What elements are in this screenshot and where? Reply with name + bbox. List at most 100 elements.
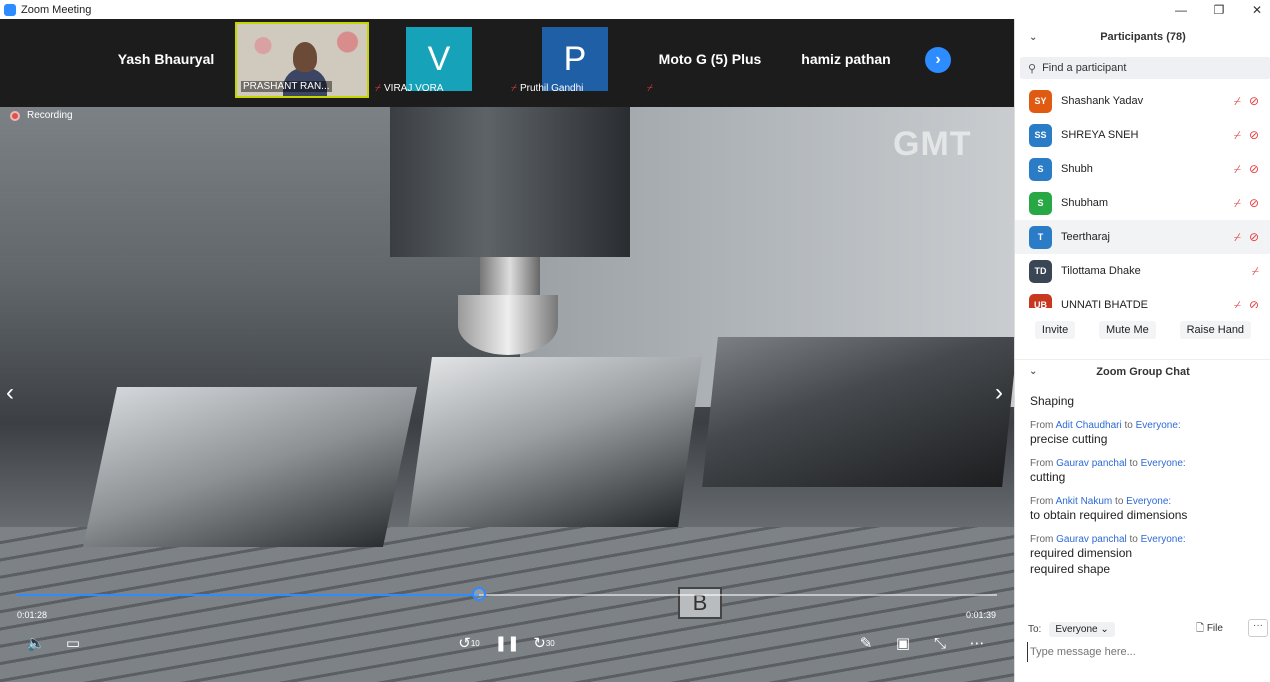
chat-recipient-row: To: Everyone ⌄ 🗋 File ··· [1028, 619, 1268, 639]
cutter-head [458, 295, 558, 355]
message-text: Shaping [1030, 394, 1075, 408]
shared-video[interactable]: GMT B Recording ‹ › 0:01:28 0:01:39 🔈 ▭ … [0, 107, 1014, 682]
close-button[interactable]: ✕ [1238, 0, 1270, 19]
message-meta: From Ankit Nakum to Everyone: [1030, 496, 1172, 507]
message-text: to obtain required dimensions [1030, 508, 1188, 522]
annotate-pencil-icon[interactable]: ✎ [854, 633, 878, 653]
next-arrow-icon[interactable]: › [995, 379, 1003, 407]
camera-off-icon[interactable]: ⊘ [1249, 298, 1259, 309]
participant-row[interactable]: TD Tilottama Dhake ⌿ [1015, 254, 1270, 288]
mic-muted-icon[interactable]: ⌿ [1234, 196, 1241, 211]
camera-off-icon[interactable]: ⊘ [1249, 94, 1259, 109]
more-options-icon[interactable]: ⋯ [965, 633, 989, 653]
raise-hand-button[interactable]: Raise Hand [1179, 321, 1252, 339]
captions-icon[interactable]: ▭ [61, 633, 85, 653]
participant-name: Shubh [1061, 163, 1093, 175]
camera-off-icon[interactable]: ⊘ [1249, 128, 1259, 143]
participant-list: SY Shashank Yadav ⌿ ⊘ SS SHREYA SNEH ⌿ ⊘ S Shubh ⌿… [1015, 84, 1270, 308]
seek-bar[interactable] [17, 594, 997, 596]
message-text: cutting [1030, 470, 1066, 484]
avatar: S [1029, 191, 1052, 215]
volume-icon[interactable]: 🔈 [24, 633, 48, 653]
chat-more-button[interactable]: ··· [1248, 619, 1268, 637]
forward-30-icon[interactable]: ↻ 30 [532, 633, 556, 653]
message-meta: From Gaurav panchal to Everyone: [1030, 534, 1186, 545]
participant-tile[interactable]: Moto G (5) Plus ⌿ [643, 22, 777, 98]
camera-off-icon[interactable]: ⊘ [1249, 196, 1259, 211]
avatar: TD [1029, 259, 1052, 283]
mic-muted-icon[interactable]: ⌿ [1234, 298, 1241, 309]
participant-row[interactable]: S Shubham ⌿ ⊘ [1015, 186, 1270, 220]
participant-row[interactable]: S Shubh ⌿ ⊘ [1015, 152, 1270, 186]
participant-tile-active[interactable]: PRASHANT RAN... [235, 22, 369, 98]
participant-name: hamiz pathan [801, 51, 891, 67]
participant-name: SHREYA SNEH [1061, 129, 1139, 141]
file-icon: 🗋 [1196, 623, 1205, 634]
machine-spindle-neck [480, 257, 540, 297]
participant-name: Tilottama Dhake [1061, 265, 1141, 277]
participant-tile[interactable]: hamiz pathan [779, 22, 913, 98]
participant-tile[interactable]: P ⌿ Pruthil Gandhi [507, 22, 641, 98]
mute-me-button[interactable]: Mute Me [1098, 321, 1156, 339]
collapse-chevron-icon[interactable]: ⌄ [1029, 366, 1037, 377]
file-button[interactable]: 🗋 File [1196, 621, 1223, 638]
mic-muted-icon: ⌿ [647, 83, 653, 94]
participant-tile[interactable]: V ⌿ VIRAJ VORA [371, 22, 505, 98]
pause-icon[interactable]: ❚❚ [494, 633, 519, 653]
machine-spindle [390, 107, 630, 257]
seek-handle[interactable] [471, 587, 486, 601]
participant-name: UNNATI BHATDE [1061, 299, 1148, 308]
participant-row[interactable]: SY Shashank Yadav ⌿ ⊘ [1015, 84, 1270, 118]
participant-tile[interactable]: Yash Bhauryal [99, 22, 233, 98]
invite-button[interactable]: Invite [1034, 321, 1076, 339]
sender-name: Ankit Nakum [1055, 496, 1113, 507]
sender-name: Gaurav panchal [1056, 458, 1127, 469]
participant-name: Shashank Yadav [1061, 95, 1144, 107]
participant-search[interactable]: ⚲ Find a participant [1020, 57, 1270, 79]
exit-fullscreen-icon[interactable]: ⤡ [928, 633, 952, 653]
participant-name: Shubham [1061, 197, 1109, 209]
participant-row[interactable]: SS SHREYA SNEH ⌿ ⊘ [1015, 118, 1270, 152]
rewind-10-icon[interactable]: ↺ 10 [457, 633, 481, 653]
mic-muted-icon[interactable]: ⌿ [1234, 162, 1241, 177]
avatar: SS [1029, 123, 1052, 147]
current-time: 0:01:28 [17, 610, 48, 620]
camera-off-icon[interactable]: ⊘ [1249, 230, 1259, 245]
chat-message-input[interactable] [1027, 642, 1263, 662]
recipient-name: Everyone: [1135, 420, 1181, 431]
camera-off-icon[interactable]: ⊘ [1249, 162, 1259, 177]
participant-row[interactable]: UB UNNATI BHATDE ⌿ ⊘ [1015, 288, 1270, 308]
minimize-button[interactable]: — [1162, 0, 1200, 19]
file-label: File [1206, 623, 1223, 634]
chat-header[interactable]: ⌄ Zoom Group Chat [1015, 359, 1270, 383]
mic-muted-icon[interactable]: ⌿ [1234, 94, 1241, 109]
mic-muted-icon[interactable]: ⌿ [1234, 230, 1241, 245]
participant-row[interactable]: T Teertharaj ⌿ ⊘ [1015, 220, 1270, 254]
message-text: required shape [1030, 562, 1111, 576]
total-time: 0:01:39 [966, 610, 997, 620]
message-meta: From Gaurav panchal to Everyone: [1030, 458, 1186, 469]
picture-in-picture-icon[interactable]: ▣ [891, 633, 915, 653]
participant-strip: Yash Bhauryal PRASHANT RAN... V ⌿ VIRAJ V… [0, 19, 1014, 107]
collapse-chevron-icon[interactable]: ⌄ [1029, 32, 1037, 43]
recording-label: Recording [27, 110, 73, 121]
participant-actions: Invite Mute Me Raise Hand [1015, 321, 1270, 339]
record-icon [10, 110, 20, 121]
previous-arrow-icon[interactable]: ‹ [6, 379, 14, 407]
title-bar: Zoom Meeting — ❐ ✕ [0, 0, 1270, 19]
recipient-dropdown[interactable]: Everyone ⌄ [1049, 621, 1115, 637]
mic-muted-icon[interactable]: ⌿ [1252, 264, 1259, 279]
avatar: SY [1029, 89, 1052, 113]
participant-name: VIRAJ VORA [384, 83, 444, 94]
search-input[interactable]: Find a participant [1042, 62, 1126, 74]
mic-muted-icon[interactable]: ⌿ [1234, 128, 1241, 143]
meeting-stage: Yash Bhauryal PRASHANT RAN... V ⌿ VIRAJ V… [0, 19, 1014, 682]
person-face [293, 42, 317, 72]
restore-button[interactable]: ❐ [1200, 0, 1238, 19]
next-page-button[interactable]: › [925, 47, 951, 73]
chat-message: From Ankit Nakum to Everyone: to obtain … [1030, 496, 1266, 523]
chat-messages: Shaping From Adit Chaudhari to Everyone: p… [1030, 393, 1266, 603]
participants-header[interactable]: ⌄ Participants (78) [1015, 19, 1270, 55]
participant-name: Pruthil Gandhi [520, 83, 584, 94]
recipient-name: Everyone: [1140, 534, 1186, 545]
